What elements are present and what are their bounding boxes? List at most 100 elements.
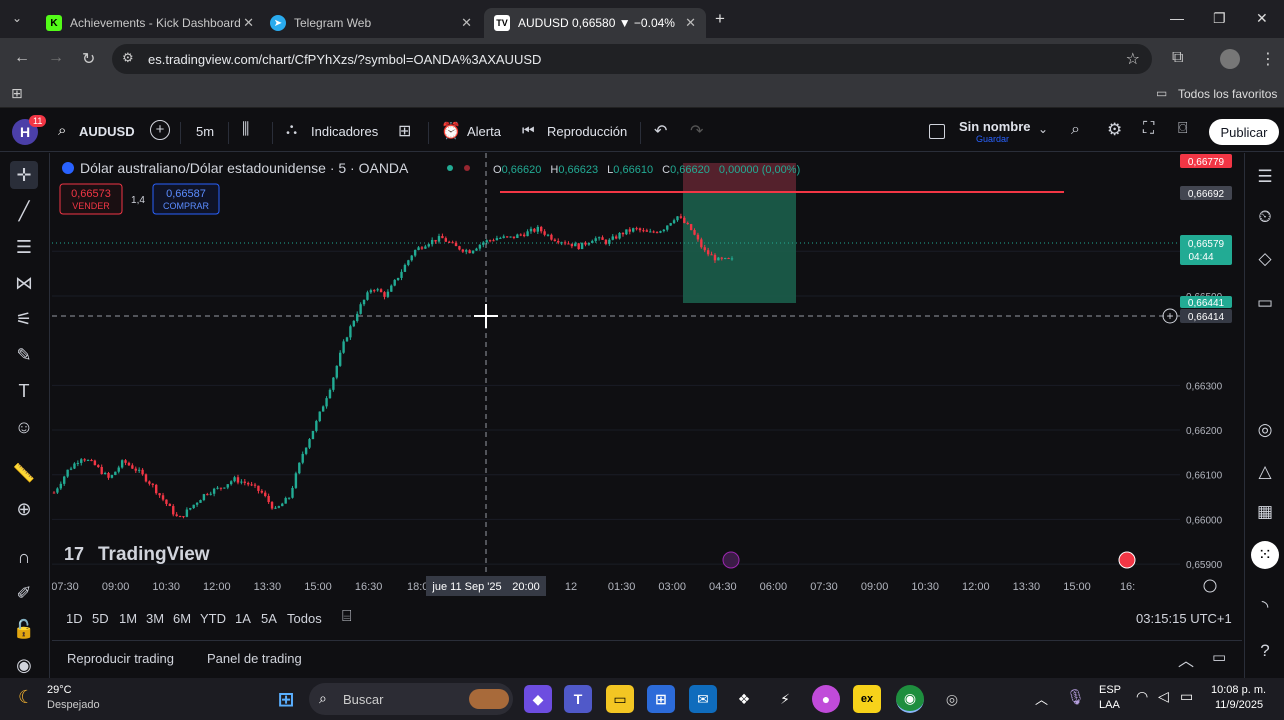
- new-tab-icon[interactable]: +: [715, 9, 725, 29]
- indicators-button[interactable]: Indicadores: [311, 124, 378, 139]
- symbol-search-button[interactable]: AUDUSD: [79, 124, 135, 139]
- chart-title[interactable]: Dólar australiano/Dólar estadounidense ·…: [80, 160, 409, 176]
- pattern-icon[interactable]: ⋈: [10, 269, 38, 297]
- maximize-icon[interactable]: ❐: [1213, 10, 1226, 27]
- wifi-icon[interactable]: ◠: [1136, 688, 1148, 705]
- prediction-icon[interactable]: ⚟: [10, 305, 38, 333]
- bolt-app-icon[interactable]: ⚡: [771, 685, 799, 713]
- tray-chevron-icon[interactable]: ︿: [1035, 689, 1048, 708]
- tab-telegram[interactable]: ➤ Telegram Web ✕: [260, 8, 482, 38]
- site-info-icon[interactable]: ⚙: [122, 50, 134, 66]
- brush-icon[interactable]: ✎: [10, 341, 38, 369]
- trend-line-icon[interactable]: ╱: [10, 197, 38, 225]
- maximize-panel-icon[interactable]: ▭: [1212, 648, 1226, 666]
- dropbox-icon[interactable]: ❖: [730, 685, 758, 713]
- file-explorer-icon[interactable]: ▭: [606, 685, 634, 713]
- compare-plus-icon[interactable]: +: [150, 120, 170, 140]
- volume-icon[interactable]: ◁: [1158, 688, 1169, 705]
- buy-button[interactable]: 0,66587 COMPRAR: [152, 183, 220, 215]
- close-icon[interactable]: ✕: [461, 15, 472, 31]
- search-icon[interactable]: ⌕: [58, 122, 66, 139]
- goto-date-calendar-icon[interactable]: ⌸: [342, 608, 352, 626]
- store-icon[interactable]: ⊞: [647, 685, 675, 713]
- event-us-flag-icon[interactable]: [1118, 551, 1136, 569]
- replay-icon[interactable]: ⏮: [522, 122, 535, 139]
- time-axis[interactable]: 07:30 09:00 10:30 12:00 13:30 15:00 16:30 18:0 2…: [52, 581, 1135, 593]
- position-target-zone[interactable]: [683, 193, 796, 303]
- battery-icon[interactable]: ▭: [1180, 688, 1193, 705]
- tab-tradingview[interactable]: TV AUDUSD 0,66580 ▼ −0.04% Si ✕: [484, 8, 706, 38]
- purple-app-icon[interactable]: ●: [812, 685, 840, 713]
- magnet-icon[interactable]: ∩: [10, 543, 38, 571]
- trading-panel-tab[interactable]: Panel de trading: [207, 651, 302, 666]
- time-axis-settings-icon[interactable]: [1203, 579, 1217, 593]
- chevron-down-icon[interactable]: ⌄: [1038, 122, 1048, 136]
- layers-icon[interactable]: ◇: [1251, 245, 1279, 273]
- price-axis[interactable]: 0,659000,660000,661000,662000,663000,665…: [1186, 247, 1223, 571]
- minimize-icon[interactable]: —: [1170, 10, 1184, 26]
- crosshair-tool-icon[interactable]: ✛: [10, 161, 38, 189]
- camera-icon[interactable]: ⌼: [1178, 120, 1188, 138]
- menu-icon[interactable]: ⋮: [1260, 49, 1276, 69]
- ideas-icon[interactable]: △: [1251, 458, 1279, 486]
- clock-date[interactable]: 11/9/2025: [1215, 699, 1263, 711]
- price-chart[interactable]: Dólar australiano/Dólar estadounidense ·…: [52, 153, 1242, 600]
- eye-icon[interactable]: ◉: [10, 651, 38, 679]
- settings-gear-icon[interactable]: ⚙: [1107, 120, 1122, 140]
- watchlist-icon[interactable]: ☰: [1251, 163, 1279, 191]
- lang-esp[interactable]: ESP: [1099, 684, 1121, 696]
- range-3m[interactable]: 3M: [146, 611, 164, 626]
- clock-time[interactable]: 10:08 p. m.: [1211, 684, 1266, 696]
- weather-moon-icon[interactable]: ☾: [18, 687, 34, 708]
- zoom-in-icon[interactable]: ⊕: [10, 495, 38, 523]
- window-close-icon[interactable]: ✕: [1256, 10, 1268, 27]
- alert-button[interactable]: Alerta: [467, 124, 501, 139]
- help-icon[interactable]: ?: [1251, 637, 1279, 665]
- fullscreen-icon[interactable]: ⛶: [1143, 120, 1154, 138]
- chat-icon[interactable]: ▭: [1251, 289, 1279, 317]
- range-1a[interactable]: 1A: [235, 611, 251, 626]
- close-icon[interactable]: ✕: [243, 15, 254, 31]
- extensions-icon[interactable]: ⧉: [1172, 49, 1183, 67]
- range-5a[interactable]: 5A: [261, 611, 277, 626]
- emoji-icon[interactable]: ☺: [10, 413, 38, 441]
- close-icon[interactable]: ✕: [685, 15, 696, 31]
- back-icon[interactable]: ←: [14, 49, 30, 67]
- indicators-icon[interactable]: ⛬: [286, 121, 297, 139]
- mail-icon[interactable]: ✉: [689, 685, 717, 713]
- candle-type-icon[interactable]: ⫼: [242, 121, 249, 139]
- undo-icon[interactable]: ↶: [654, 121, 667, 141]
- text-tool-icon[interactable]: T: [10, 377, 38, 405]
- broadcast-icon[interactable]: ◝: [1251, 593, 1279, 621]
- ruler-icon[interactable]: 📏: [10, 459, 38, 487]
- range-5d[interactable]: 5D: [92, 611, 109, 626]
- tab-search-chevron-icon[interactable]: ⌄: [12, 11, 22, 25]
- alerts-clock-icon[interactable]: ⏲: [1251, 203, 1279, 231]
- profile-avatar[interactable]: [1220, 49, 1240, 69]
- url-input[interactable]: ⚙ es.tradingview.com/chart/CfPYhXzs/?sym…: [112, 44, 1152, 74]
- chrome-icon[interactable]: ◉: [896, 685, 924, 713]
- exness-icon[interactable]: ex: [853, 685, 881, 713]
- lang-laa[interactable]: LAA: [1099, 699, 1120, 711]
- clock-timezone[interactable]: 03:15:15 UTC+1: [1136, 611, 1232, 626]
- copilot-icon[interactable]: ◆: [524, 685, 552, 713]
- calendar-icon[interactable]: ▦: [1251, 498, 1279, 526]
- tab-kick[interactable]: K Achievements - Kick Dashboard ✕: [36, 8, 264, 38]
- chrome-profile-icon[interactable]: ◎: [938, 685, 966, 713]
- redo-icon[interactable]: ↷: [690, 121, 703, 141]
- collapse-chevron-icon[interactable]: ︿: [1178, 647, 1194, 671]
- forward-icon[interactable]: →: [48, 49, 64, 67]
- reload-icon[interactable]: ↻: [82, 49, 95, 69]
- replay-button[interactable]: Reproducción: [547, 124, 627, 139]
- lock-icon[interactable]: 🔓: [10, 615, 38, 643]
- apps-dots-icon[interactable]: ⁙: [1251, 541, 1279, 569]
- sell-button[interactable]: 0,66573 VENDER: [59, 183, 123, 215]
- range-ytd[interactable]: YTD: [200, 611, 226, 626]
- all-bookmarks-link[interactable]: Todos los favoritos: [1178, 87, 1277, 101]
- alarm-clock-icon[interactable]: ⏰: [441, 121, 461, 141]
- lock-drawing-icon[interactable]: ✐: [10, 579, 38, 607]
- layout-save-label[interactable]: Guardar: [976, 134, 1009, 144]
- weather-temp[interactable]: 29°C: [47, 684, 72, 696]
- range-all[interactable]: Todos: [287, 611, 322, 626]
- interval-button[interactable]: 5m: [196, 124, 214, 139]
